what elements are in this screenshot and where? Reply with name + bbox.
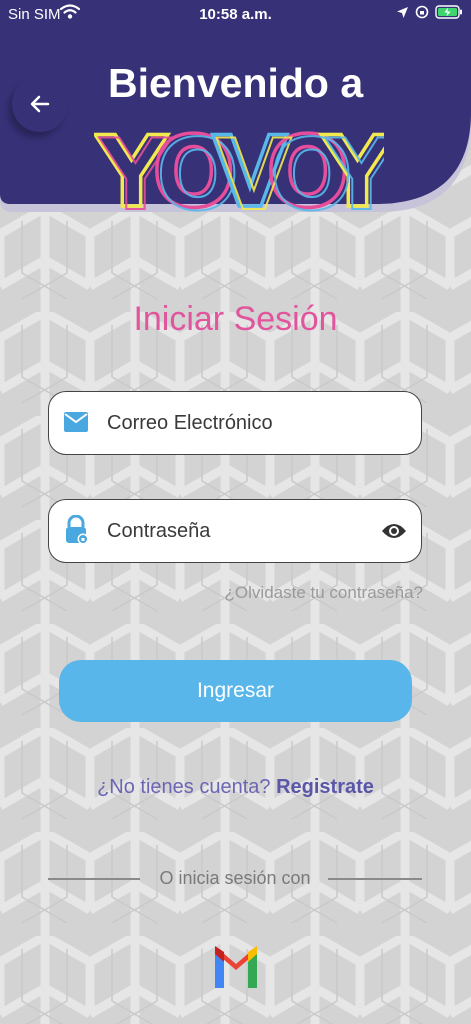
signup-row: ¿No tienes cuenta? Registrate [0,776,471,799]
login-button[interactable]: Ingresar [59,660,412,722]
battery-charging-icon [435,5,462,19]
signup-link[interactable]: Registrate [276,776,374,798]
location-arrow-icon [397,6,408,18]
alt-login-divider: O inicia sesión con [48,866,422,892]
login-title: Iniciar Sesión [133,300,338,338]
back-button[interactable] [12,76,68,132]
lock-icon [66,515,89,545]
svg-text:Y: Y [325,119,384,213]
email-input[interactable] [107,392,377,454]
divider-line-right [328,878,422,880]
orientation-lock-icon [415,5,429,19]
yovoy-logo: Y O V O Y Y O V O Y [94,118,384,213]
arrow-left-icon [30,95,50,113]
email-field[interactable] [48,391,422,455]
header: Bienvenido a Y O V O Y Y O V O Y [0,0,471,218]
welcome-heading: Bienvenido a [108,60,364,106]
signup-prompt: ¿No tienes cuenta? [97,776,271,798]
status-bar: Sin SIM 10:58 a.m. [0,0,471,30]
forgot-password-link[interactable]: ¿Olvidaste tu contraseña? [225,583,423,603]
mail-icon [64,412,88,432]
eye-icon[interactable] [381,521,407,541]
status-icons [396,5,463,19]
password-input[interactable] [107,500,377,562]
gmail-icon[interactable] [211,940,261,992]
password-field[interactable] [48,499,422,563]
